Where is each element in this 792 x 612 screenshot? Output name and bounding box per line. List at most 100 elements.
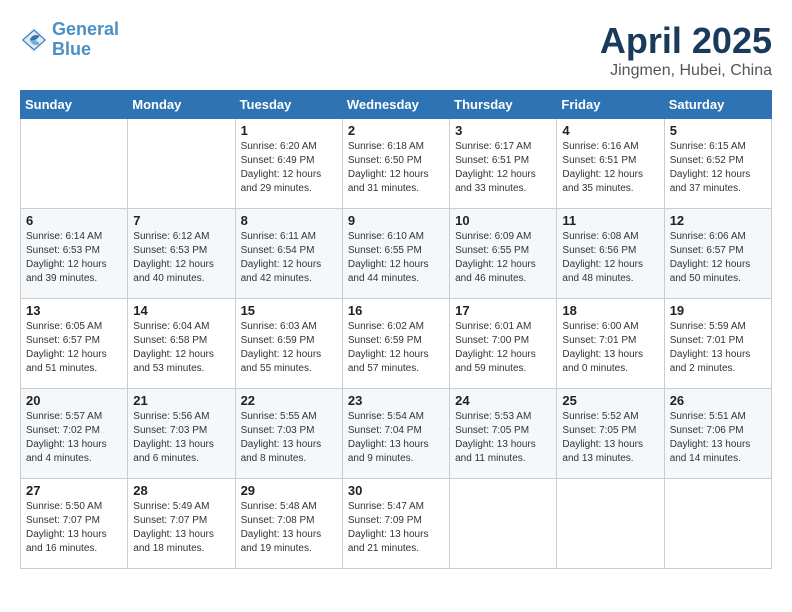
logo-blue: Blue — [52, 39, 91, 59]
day-info: Sunrise: 5:52 AM Sunset: 7:05 PM Dayligh… — [562, 410, 658, 466]
day-info: Sunrise: 5:55 AM Sunset: 7:03 PM Dayligh… — [241, 410, 337, 466]
calendar-cell: 24 Sunrise: 5:53 AM Sunset: 7:05 PM Dayli… — [450, 389, 557, 479]
calendar-cell — [128, 119, 235, 209]
day-info: Sunrise: 6:15 AM Sunset: 6:52 PM Dayligh… — [670, 140, 766, 196]
calendar-cell: 3 Sunrise: 6:17 AM Sunset: 6:51 PM Daylig… — [450, 119, 557, 209]
day-number: 22 — [241, 393, 337, 408]
day-info: Sunrise: 6:04 AM Sunset: 6:58 PM Dayligh… — [133, 320, 229, 376]
day-number: 11 — [562, 213, 658, 228]
day-info: Sunrise: 6:00 AM Sunset: 7:01 PM Dayligh… — [562, 320, 658, 376]
day-number: 3 — [455, 123, 551, 138]
day-number: 2 — [348, 123, 444, 138]
title-block: April 2025 Jingmen, Hubei, China — [600, 20, 772, 80]
day-header-thursday: Thursday — [450, 91, 557, 119]
calendar-cell — [450, 479, 557, 569]
day-info: Sunrise: 6:12 AM Sunset: 6:53 PM Dayligh… — [133, 230, 229, 286]
day-number: 6 — [26, 213, 122, 228]
calendar-cell: 2 Sunrise: 6:18 AM Sunset: 6:50 PM Daylig… — [342, 119, 449, 209]
day-number: 24 — [455, 393, 551, 408]
day-info: Sunrise: 5:57 AM Sunset: 7:02 PM Dayligh… — [26, 410, 122, 466]
day-info: Sunrise: 6:02 AM Sunset: 6:59 PM Dayligh… — [348, 320, 444, 376]
calendar-table: SundayMondayTuesdayWednesdayThursdayFrid… — [20, 90, 772, 569]
day-info: Sunrise: 6:16 AM Sunset: 6:51 PM Dayligh… — [562, 140, 658, 196]
day-number: 8 — [241, 213, 337, 228]
day-number: 14 — [133, 303, 229, 318]
day-number: 16 — [348, 303, 444, 318]
day-number: 15 — [241, 303, 337, 318]
calendar-cell — [21, 119, 128, 209]
day-number: 9 — [348, 213, 444, 228]
calendar-cell: 12 Sunrise: 6:06 AM Sunset: 6:57 PM Dayli… — [664, 209, 771, 299]
day-info: Sunrise: 5:53 AM Sunset: 7:05 PM Dayligh… — [455, 410, 551, 466]
day-number: 20 — [26, 393, 122, 408]
day-number: 27 — [26, 483, 122, 498]
calendar-cell: 19 Sunrise: 5:59 AM Sunset: 7:01 PM Dayli… — [664, 299, 771, 389]
calendar-cell: 17 Sunrise: 6:01 AM Sunset: 7:00 PM Dayli… — [450, 299, 557, 389]
calendar-cell: 25 Sunrise: 5:52 AM Sunset: 7:05 PM Dayli… — [557, 389, 664, 479]
day-number: 18 — [562, 303, 658, 318]
calendar-cell: 22 Sunrise: 5:55 AM Sunset: 7:03 PM Dayli… — [235, 389, 342, 479]
calendar-cell: 15 Sunrise: 6:03 AM Sunset: 6:59 PM Dayli… — [235, 299, 342, 389]
day-number: 1 — [241, 123, 337, 138]
day-info: Sunrise: 6:06 AM Sunset: 6:57 PM Dayligh… — [670, 230, 766, 286]
day-info: Sunrise: 6:09 AM Sunset: 6:55 PM Dayligh… — [455, 230, 551, 286]
day-number: 4 — [562, 123, 658, 138]
calendar-header-row: SundayMondayTuesdayWednesdayThursdayFrid… — [21, 91, 772, 119]
day-info: Sunrise: 5:56 AM Sunset: 7:03 PM Dayligh… — [133, 410, 229, 466]
day-info: Sunrise: 5:51 AM Sunset: 7:06 PM Dayligh… — [670, 410, 766, 466]
calendar-cell: 5 Sunrise: 6:15 AM Sunset: 6:52 PM Daylig… — [664, 119, 771, 209]
day-info: Sunrise: 5:47 AM Sunset: 7:09 PM Dayligh… — [348, 500, 444, 556]
day-number: 28 — [133, 483, 229, 498]
day-number: 29 — [241, 483, 337, 498]
calendar-cell: 10 Sunrise: 6:09 AM Sunset: 6:55 PM Dayli… — [450, 209, 557, 299]
calendar-cell: 26Sunrise: 5:51 AM Sunset: 7:06 PM Dayli… — [664, 389, 771, 479]
calendar-cell: 18 Sunrise: 6:00 AM Sunset: 7:01 PM Dayli… — [557, 299, 664, 389]
day-number: 5 — [670, 123, 766, 138]
day-info: Sunrise: 5:59 AM Sunset: 7:01 PM Dayligh… — [670, 320, 766, 376]
calendar-week-2: 6Sunrise: 6:14 AM Sunset: 6:53 PM Daylig… — [21, 209, 772, 299]
calendar-cell: 6Sunrise: 6:14 AM Sunset: 6:53 PM Daylig… — [21, 209, 128, 299]
day-number: 23 — [348, 393, 444, 408]
day-number: 17 — [455, 303, 551, 318]
day-info: Sunrise: 6:03 AM Sunset: 6:59 PM Dayligh… — [241, 320, 337, 376]
calendar-cell: 9 Sunrise: 6:10 AM Sunset: 6:55 PM Daylig… — [342, 209, 449, 299]
calendar-cell: 14 Sunrise: 6:04 AM Sunset: 6:58 PM Dayli… — [128, 299, 235, 389]
day-header-sunday: Sunday — [21, 91, 128, 119]
day-info: Sunrise: 6:01 AM Sunset: 7:00 PM Dayligh… — [455, 320, 551, 376]
day-header-saturday: Saturday — [664, 91, 771, 119]
day-number: 25 — [562, 393, 658, 408]
day-number: 30 — [348, 483, 444, 498]
day-info: Sunrise: 6:11 AM Sunset: 6:54 PM Dayligh… — [241, 230, 337, 286]
day-info: Sunrise: 6:05 AM Sunset: 6:57 PM Dayligh… — [26, 320, 122, 376]
day-number: 19 — [670, 303, 766, 318]
calendar-cell: 16 Sunrise: 6:02 AM Sunset: 6:59 PM Dayli… — [342, 299, 449, 389]
calendar-cell — [557, 479, 664, 569]
day-header-monday: Monday — [128, 91, 235, 119]
day-header-tuesday: Tuesday — [235, 91, 342, 119]
day-info: Sunrise: 5:50 AM Sunset: 7:07 PM Dayligh… — [26, 500, 122, 556]
day-info: Sunrise: 6:17 AM Sunset: 6:51 PM Dayligh… — [455, 140, 551, 196]
calendar-cell: 7Sunrise: 6:12 AM Sunset: 6:53 PM Daylig… — [128, 209, 235, 299]
calendar-week-1: 1 Sunrise: 6:20 AM Sunset: 6:49 PM Daylig… — [21, 119, 772, 209]
calendar-cell: 21 Sunrise: 5:56 AM Sunset: 7:03 PM Dayli… — [128, 389, 235, 479]
day-info: Sunrise: 5:49 AM Sunset: 7:07 PM Dayligh… — [133, 500, 229, 556]
calendar-week-3: 13 Sunrise: 6:05 AM Sunset: 6:57 PM Dayli… — [21, 299, 772, 389]
calendar-cell: 23Sunrise: 5:54 AM Sunset: 7:04 PM Dayli… — [342, 389, 449, 479]
page-header: General Blue April 2025 Jingmen, Hubei, … — [20, 20, 772, 80]
day-number: 10 — [455, 213, 551, 228]
day-info: Sunrise: 6:20 AM Sunset: 6:49 PM Dayligh… — [241, 140, 337, 196]
day-number: 21 — [133, 393, 229, 408]
logo-general: General — [52, 19, 119, 39]
calendar-body: 1 Sunrise: 6:20 AM Sunset: 6:49 PM Daylig… — [21, 119, 772, 569]
day-number: 13 — [26, 303, 122, 318]
calendar-cell: 11Sunrise: 6:08 AM Sunset: 6:56 PM Dayli… — [557, 209, 664, 299]
calendar-cell: 28 Sunrise: 5:49 AM Sunset: 7:07 PM Dayli… — [128, 479, 235, 569]
day-number: 12 — [670, 213, 766, 228]
day-info: Sunrise: 5:48 AM Sunset: 7:08 PM Dayligh… — [241, 500, 337, 556]
day-header-wednesday: Wednesday — [342, 91, 449, 119]
day-info: Sunrise: 6:18 AM Sunset: 6:50 PM Dayligh… — [348, 140, 444, 196]
location-text: Jingmen, Hubei, China — [600, 62, 772, 80]
month-title: April 2025 — [600, 20, 772, 62]
calendar-cell: 1 Sunrise: 6:20 AM Sunset: 6:49 PM Daylig… — [235, 119, 342, 209]
day-info: Sunrise: 6:10 AM Sunset: 6:55 PM Dayligh… — [348, 230, 444, 286]
